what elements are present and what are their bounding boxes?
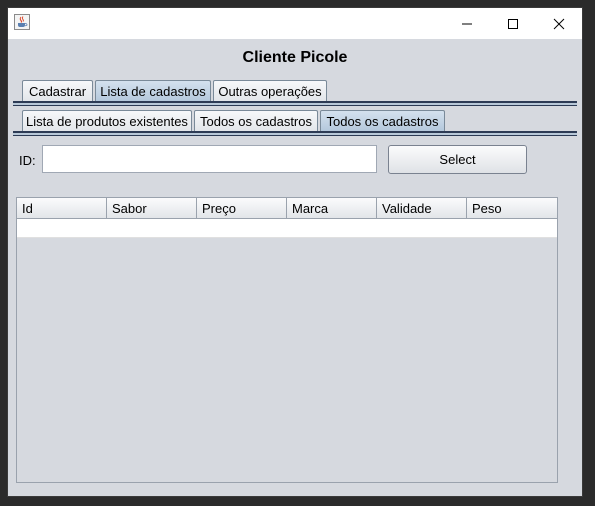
maximize-button[interactable]: [490, 8, 536, 39]
close-icon: [553, 18, 565, 29]
title-bar[interactable]: [8, 8, 582, 39]
column-header-peso[interactable]: Peso: [467, 198, 557, 219]
java-cup-icon: [14, 14, 30, 30]
column-header-id[interactable]: Id: [17, 198, 107, 219]
close-button[interactable]: [536, 8, 582, 39]
table-header: Id Sabor Preço Marca Validade Peso: [17, 198, 557, 219]
app-title: Cliente Picole: [242, 49, 348, 66]
minimize-button[interactable]: [444, 8, 490, 39]
table-row[interactable]: [17, 219, 557, 238]
column-header-sabor[interactable]: Sabor: [107, 198, 197, 219]
tab-lista-de-produtos-existentes[interactable]: Lista de produtos existentes: [22, 110, 192, 131]
id-input[interactable]: [42, 145, 377, 173]
main-tabs-divider: [13, 101, 577, 106]
column-header-preco[interactable]: Preço: [197, 198, 287, 219]
column-header-validade[interactable]: Validade: [377, 198, 467, 219]
app-window: Cliente Picole Cadastrar Lista de cadast…: [7, 7, 583, 497]
tab-lista-de-cadastros[interactable]: Lista de cadastros: [95, 80, 211, 101]
maximize-icon: [508, 18, 518, 29]
tab-cadastrar[interactable]: Cadastrar: [22, 80, 93, 101]
results-table[interactable]: Id Sabor Preço Marca Validade Peso: [16, 197, 558, 483]
minimize-icon: [462, 23, 472, 24]
column-header-marca[interactable]: Marca: [287, 198, 377, 219]
tab-todos-os-cadastros[interactable]: Todos os cadastros: [194, 110, 318, 131]
select-button[interactable]: Select: [388, 145, 527, 174]
sub-tabs-divider: [13, 131, 577, 136]
id-label: ID:: [19, 153, 36, 168]
tab-outras-operacoes[interactable]: Outras operações: [213, 80, 327, 101]
tab-todos-os-cadastros-selected[interactable]: Todos os cadastros: [320, 110, 445, 131]
